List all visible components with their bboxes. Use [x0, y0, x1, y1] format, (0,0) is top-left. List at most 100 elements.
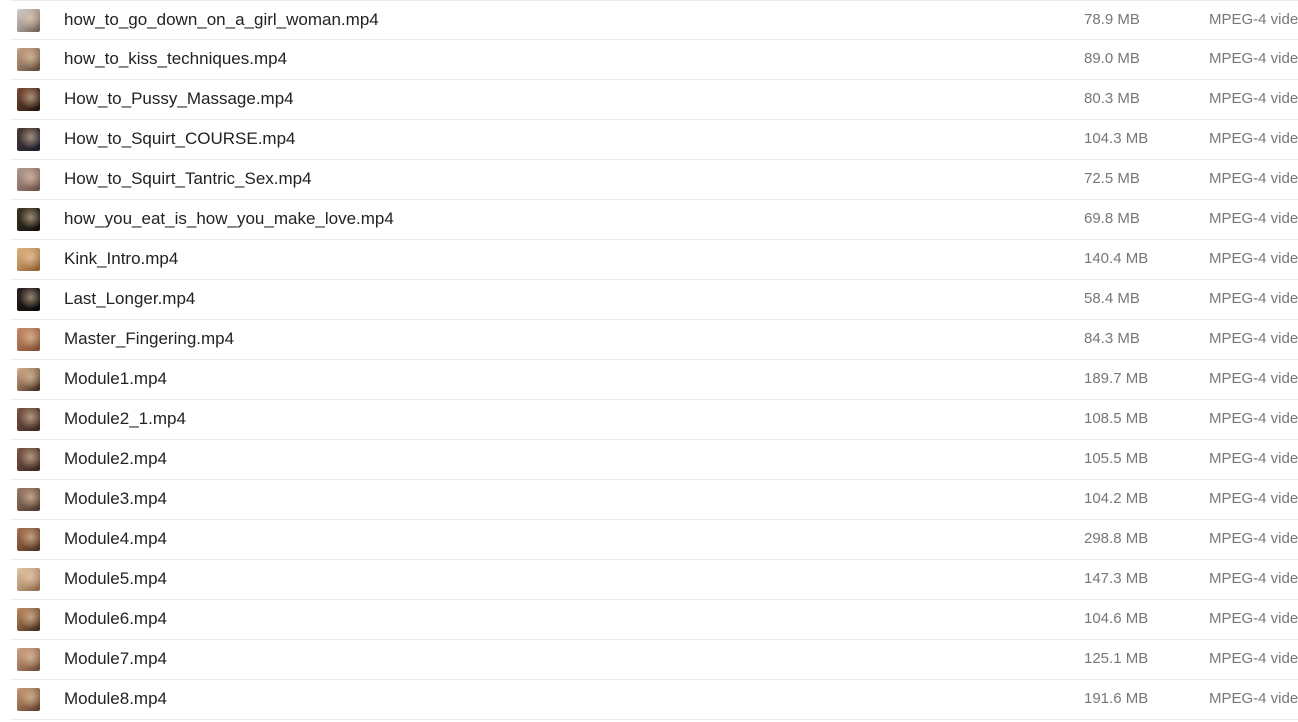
video-thumbnail	[17, 9, 40, 32]
video-thumbnail	[17, 488, 40, 511]
file-type: MPEG-4 video	[1209, 170, 1298, 187]
file-row[interactable]: Module4.mp4 298.8 MB MPEG-4 video	[10, 520, 1298, 560]
file-row[interactable]: Module6.mp4 104.6 MB MPEG-4 video	[10, 600, 1298, 640]
video-thumbnail	[17, 48, 40, 71]
video-thumbnail	[17, 368, 40, 391]
file-list: how_to_go_down_on_a_girl_woman.mp4 78.9 M…	[10, 0, 1298, 722]
file-name[interactable]: Module6.mp4	[64, 600, 167, 637]
file-name[interactable]: How_to_Pussy_Massage.mp4	[64, 80, 294, 117]
file-size: 298.8 MB	[1084, 530, 1149, 547]
thumbnail-highlight	[17, 608, 40, 631]
file-row[interactable]: Module1.mp4 189.7 MB MPEG-4 video	[10, 360, 1298, 400]
file-name[interactable]: Module5.mp4	[64, 560, 167, 597]
file-name[interactable]: Module2_1.mp4	[64, 400, 186, 437]
video-thumbnail	[17, 248, 40, 271]
video-thumbnail	[17, 528, 40, 551]
file-row[interactable]: Last_Longer.mp4 58.4 MB MPEG-4 video	[10, 280, 1298, 320]
file-row[interactable]: how_to_go_down_on_a_girl_woman.mp4 78.9 M…	[10, 0, 1298, 40]
file-name[interactable]: Module7.mp4	[64, 640, 167, 677]
file-type: MPEG-4 video	[1209, 90, 1298, 107]
file-row[interactable]: how_you_eat_is_how_you_make_love.mp4 69.8…	[10, 200, 1298, 240]
file-type: MPEG-4 video	[1209, 370, 1298, 387]
file-size: 104.3 MB	[1084, 130, 1149, 147]
video-thumbnail	[17, 688, 40, 711]
file-size: 58.4 MB	[1084, 290, 1140, 307]
thumbnail-highlight	[17, 208, 40, 231]
file-type: MPEG-4 video	[1209, 690, 1298, 707]
video-thumbnail	[17, 448, 40, 471]
file-row[interactable]: Module2_1.mp4 108.5 MB MPEG-4 video	[10, 400, 1298, 440]
thumbnail-highlight	[17, 48, 40, 71]
file-size: 104.2 MB	[1084, 490, 1149, 507]
file-row[interactable]: How_to_Squirt_Tantric_Sex.mp4 72.5 MB MPEG…	[10, 160, 1298, 200]
file-type: MPEG-4 video	[1209, 330, 1298, 347]
thumbnail-highlight	[17, 9, 40, 32]
thumbnail-highlight	[17, 128, 40, 151]
file-type: MPEG-4 video	[1209, 250, 1298, 267]
video-thumbnail	[17, 408, 40, 431]
file-name[interactable]: Module4.mp4	[64, 520, 167, 557]
file-type: MPEG-4 video	[1209, 130, 1298, 147]
thumbnail-highlight	[17, 88, 40, 111]
video-thumbnail	[17, 608, 40, 631]
file-name[interactable]: Module1.mp4	[64, 360, 167, 397]
file-type: MPEG-4 video	[1209, 610, 1298, 627]
file-row[interactable]: Kink_Intro.mp4 140.4 MB MPEG-4 video	[10, 240, 1298, 280]
thumbnail-highlight	[17, 528, 40, 551]
file-name[interactable]: How_to_Squirt_Tantric_Sex.mp4	[64, 160, 312, 197]
file-name[interactable]: Kink_Intro.mp4	[64, 240, 178, 277]
file-row[interactable]: Module8.mp4 191.6 MB MPEG-4 video	[10, 680, 1298, 720]
thumbnail-highlight	[17, 448, 40, 471]
file-size: 140.4 MB	[1084, 250, 1149, 267]
file-type: MPEG-4 video	[1209, 50, 1298, 67]
file-size: 125.1 MB	[1084, 650, 1149, 667]
thumbnail-highlight	[17, 328, 40, 351]
file-row[interactable]: how_to_kiss_techniques.mp4 89.0 MB MPEG-4 …	[10, 40, 1298, 80]
file-size: 189.7 MB	[1084, 370, 1149, 387]
thumbnail-highlight	[17, 168, 40, 191]
file-type: MPEG-4 video	[1209, 530, 1298, 547]
file-size: 72.5 MB	[1084, 170, 1140, 187]
file-type: MPEG-4 video	[1209, 210, 1298, 227]
thumbnail-highlight	[17, 288, 40, 311]
file-size: 108.5 MB	[1084, 410, 1149, 427]
file-size: 89.0 MB	[1084, 50, 1140, 67]
file-row[interactable]: Master_Fingering.mp4 84.3 MB MPEG-4 video	[10, 320, 1298, 360]
file-type: MPEG-4 video	[1209, 490, 1298, 507]
thumbnail-highlight	[17, 488, 40, 511]
file-row[interactable]: Module2.mp4 105.5 MB MPEG-4 video	[10, 440, 1298, 480]
thumbnail-highlight	[17, 408, 40, 431]
file-name[interactable]: how_to_go_down_on_a_girl_woman.mp4	[64, 1, 379, 38]
file-name[interactable]: Module8.mp4	[64, 680, 167, 717]
thumbnail-highlight	[17, 368, 40, 391]
file-type: MPEG-4 video	[1209, 410, 1298, 427]
file-row[interactable]: How_to_Squirt_COURSE.mp4 104.3 MB MPEG-4 v…	[10, 120, 1298, 160]
file-name[interactable]: Module2.mp4	[64, 440, 167, 477]
file-name[interactable]: Master_Fingering.mp4	[64, 320, 234, 357]
thumbnail-highlight	[17, 688, 40, 711]
file-name[interactable]: Last_Longer.mp4	[64, 280, 195, 317]
file-row[interactable]: Module5.mp4 147.3 MB MPEG-4 video	[10, 560, 1298, 600]
file-name[interactable]: how_you_eat_is_how_you_make_love.mp4	[64, 200, 394, 237]
video-thumbnail	[17, 208, 40, 231]
video-thumbnail	[17, 648, 40, 671]
video-thumbnail	[17, 288, 40, 311]
file-name[interactable]: how_to_kiss_techniques.mp4	[64, 40, 287, 77]
file-type: MPEG-4 video	[1209, 11, 1298, 28]
file-row[interactable]: Module3.mp4 104.2 MB MPEG-4 video	[10, 480, 1298, 520]
file-size: 105.5 MB	[1084, 450, 1149, 467]
file-type: MPEG-4 video	[1209, 570, 1298, 587]
file-name[interactable]: Module3.mp4	[64, 480, 167, 517]
file-name[interactable]: How_to_Squirt_COURSE.mp4	[64, 120, 295, 157]
video-thumbnail	[17, 328, 40, 351]
file-type: MPEG-4 video	[1209, 450, 1298, 467]
file-type: MPEG-4 video	[1209, 650, 1298, 667]
file-row[interactable]: Module7.mp4 125.1 MB MPEG-4 video	[10, 640, 1298, 680]
file-size: 69.8 MB	[1084, 210, 1140, 227]
file-type: MPEG-4 video	[1209, 290, 1298, 307]
file-size: 191.6 MB	[1084, 690, 1149, 707]
video-thumbnail	[17, 88, 40, 111]
file-size: 80.3 MB	[1084, 90, 1140, 107]
video-thumbnail	[17, 128, 40, 151]
file-row[interactable]: How_to_Pussy_Massage.mp4 80.3 MB MPEG-4 vi…	[10, 80, 1298, 120]
